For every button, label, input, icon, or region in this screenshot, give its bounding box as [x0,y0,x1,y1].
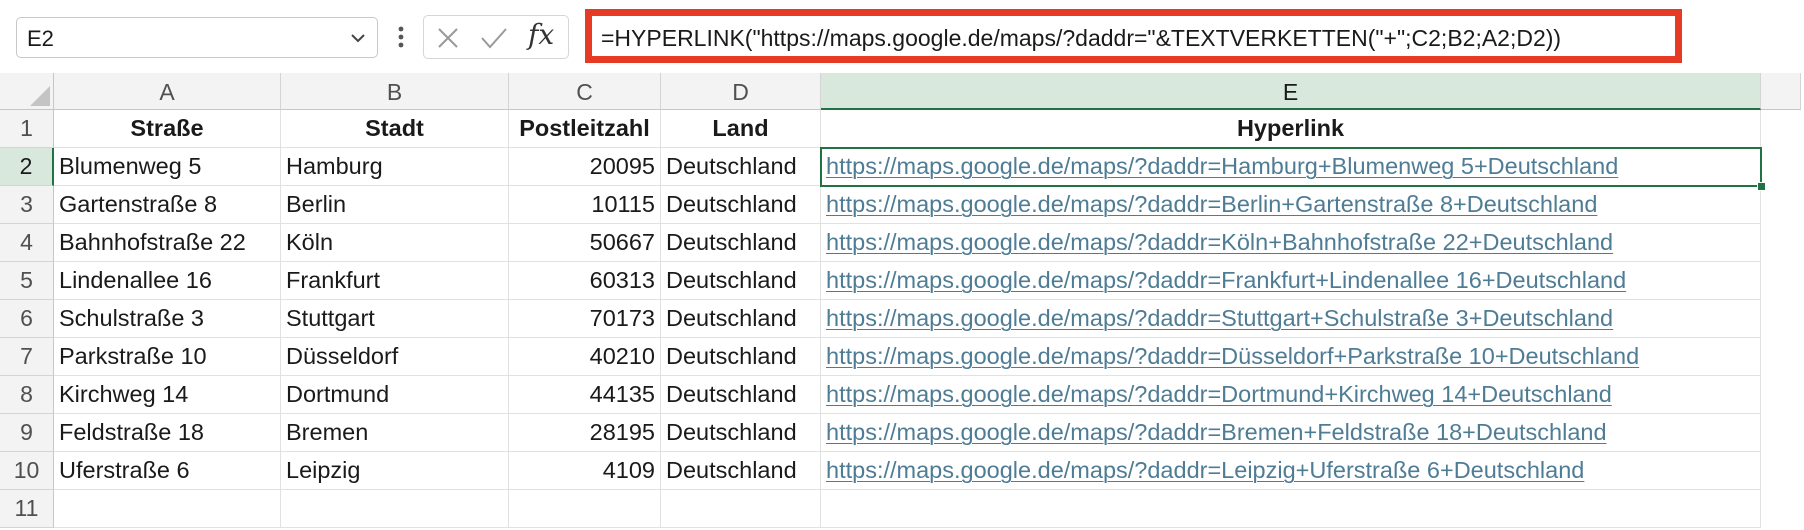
chevron-down-icon[interactable] [349,29,367,47]
table-cell[interactable]: Bahnhofstraße 22 [54,224,281,262]
empty-cell[interactable] [54,490,281,528]
empty-cell[interactable] [281,490,509,528]
column-header-b[interactable]: B [281,73,509,110]
table-cell[interactable]: 28195 [509,414,661,452]
column-header-a[interactable]: A [54,73,281,110]
row-header-1[interactable]: 1 [0,110,54,148]
table-cell[interactable]: Leipzig [281,452,509,490]
name-box-value[interactable]: E2 [27,26,54,52]
select-all-button[interactable] [0,73,54,110]
column-header-f[interactable] [1761,73,1801,110]
table-cell[interactable]: 40210 [509,338,661,376]
header-cell[interactable]: Land [661,110,821,148]
hyperlink-cell[interactable]: https://maps.google.de/maps/?daddr=Stutt… [821,300,1761,338]
table-cell[interactable]: 60313 [509,262,661,300]
column-header-c[interactable]: C [509,73,661,110]
table-cell[interactable]: Gartenstraße 8 [54,186,281,224]
table-cell[interactable]: Schulstraße 3 [54,300,281,338]
column-header-e[interactable]: E [821,73,1761,110]
table-cell[interactable]: 10115 [509,186,661,224]
row-header-2[interactable]: 2 [0,148,54,186]
enter-icon[interactable] [480,26,508,50]
formula-input[interactable]: =HYPERLINK("https://maps.google.de/maps/… [585,9,1682,63]
row-header-10[interactable]: 10 [0,452,54,490]
table-cell[interactable]: Uferstraße 6 [54,452,281,490]
table-cell[interactable]: Frankfurt [281,262,509,300]
insert-function-icon[interactable]: fx [528,18,554,51]
table-cell[interactable]: Bremen [281,414,509,452]
table-cell[interactable]: Düsseldorf [281,338,509,376]
hyperlink-cell[interactable]: https://maps.google.de/maps/?daddr=Köln+… [821,224,1761,262]
table-cell[interactable]: 50667 [509,224,661,262]
header-cell[interactable]: Postleitzahl [509,110,661,148]
table-cell[interactable]: Deutschland [661,414,821,452]
table-cell[interactable]: 44135 [509,376,661,414]
hyperlink-cell[interactable]: https://maps.google.de/maps/?daddr=Dortm… [821,376,1761,414]
row-header-5[interactable]: 5 [0,262,54,300]
kebab-icon[interactable] [392,22,410,52]
cancel-icon[interactable] [436,26,460,50]
table-cell[interactable]: Lindenallee 16 [54,262,281,300]
name-box[interactable]: E2 [16,17,378,58]
table-cell[interactable]: Dortmund [281,376,509,414]
table-cell[interactable]: Deutschland [661,300,821,338]
table-cell[interactable]: Köln [281,224,509,262]
header-cell[interactable]: Stadt [281,110,509,148]
table-cell[interactable]: Stuttgart [281,300,509,338]
table-cell[interactable]: Feldstraße 18 [54,414,281,452]
table-cell[interactable]: Deutschland [661,224,821,262]
fill-handle[interactable] [1757,182,1766,191]
table-cell[interactable]: 4109 [509,452,661,490]
hyperlink-cell[interactable]: https://maps.google.de/maps/?daddr=Leipz… [821,452,1761,490]
hyperlink-cell[interactable]: https://maps.google.de/maps/?daddr=Hambu… [821,148,1761,186]
table-cell[interactable]: Deutschland [661,148,821,186]
column-header-d[interactable]: D [661,73,821,110]
header-cell[interactable]: Hyperlink [821,110,1761,148]
hyperlink-cell[interactable]: https://maps.google.de/maps/?daddr=Frank… [821,262,1761,300]
row-header-9[interactable]: 9 [0,414,54,452]
hyperlink-cell[interactable]: https://maps.google.de/maps/?daddr=Breme… [821,414,1761,452]
row-header-3[interactable]: 3 [0,186,54,224]
table-cell[interactable]: Blumenweg 5 [54,148,281,186]
table-cell[interactable]: Deutschland [661,338,821,376]
formula-text[interactable]: =HYPERLINK("https://maps.google.de/maps/… [601,25,1561,52]
row-header-6[interactable]: 6 [0,300,54,338]
table-cell[interactable]: 70173 [509,300,661,338]
table-cell[interactable]: Deutschland [661,376,821,414]
empty-cell[interactable] [661,490,821,528]
header-cell[interactable]: Straße [54,110,281,148]
hyperlink-cell[interactable]: https://maps.google.de/maps/?daddr=Düsse… [821,338,1761,376]
table-cell[interactable]: Deutschland [661,262,821,300]
table-cell[interactable]: Deutschland [661,186,821,224]
row-header-4[interactable]: 4 [0,224,54,262]
table-cell[interactable]: Deutschland [661,452,821,490]
table-cell[interactable]: Parkstraße 10 [54,338,281,376]
table-cell[interactable]: Berlin [281,186,509,224]
empty-cell[interactable] [509,490,661,528]
hyperlink-cell[interactable]: https://maps.google.de/maps/?daddr=Berli… [821,186,1761,224]
row-header-8[interactable]: 8 [0,376,54,414]
table-cell[interactable]: Hamburg [281,148,509,186]
row-header-7[interactable]: 7 [0,338,54,376]
row-header-11[interactable]: 11 [0,490,54,528]
formula-bar: E2 fx =HYPERLINK("https://maps.google.de… [0,0,1804,73]
empty-cell[interactable] [821,490,1761,528]
table-cell[interactable]: 20095 [509,148,661,186]
formula-buttons: fx [423,15,569,59]
table-cell[interactable]: Kirchweg 14 [54,376,281,414]
